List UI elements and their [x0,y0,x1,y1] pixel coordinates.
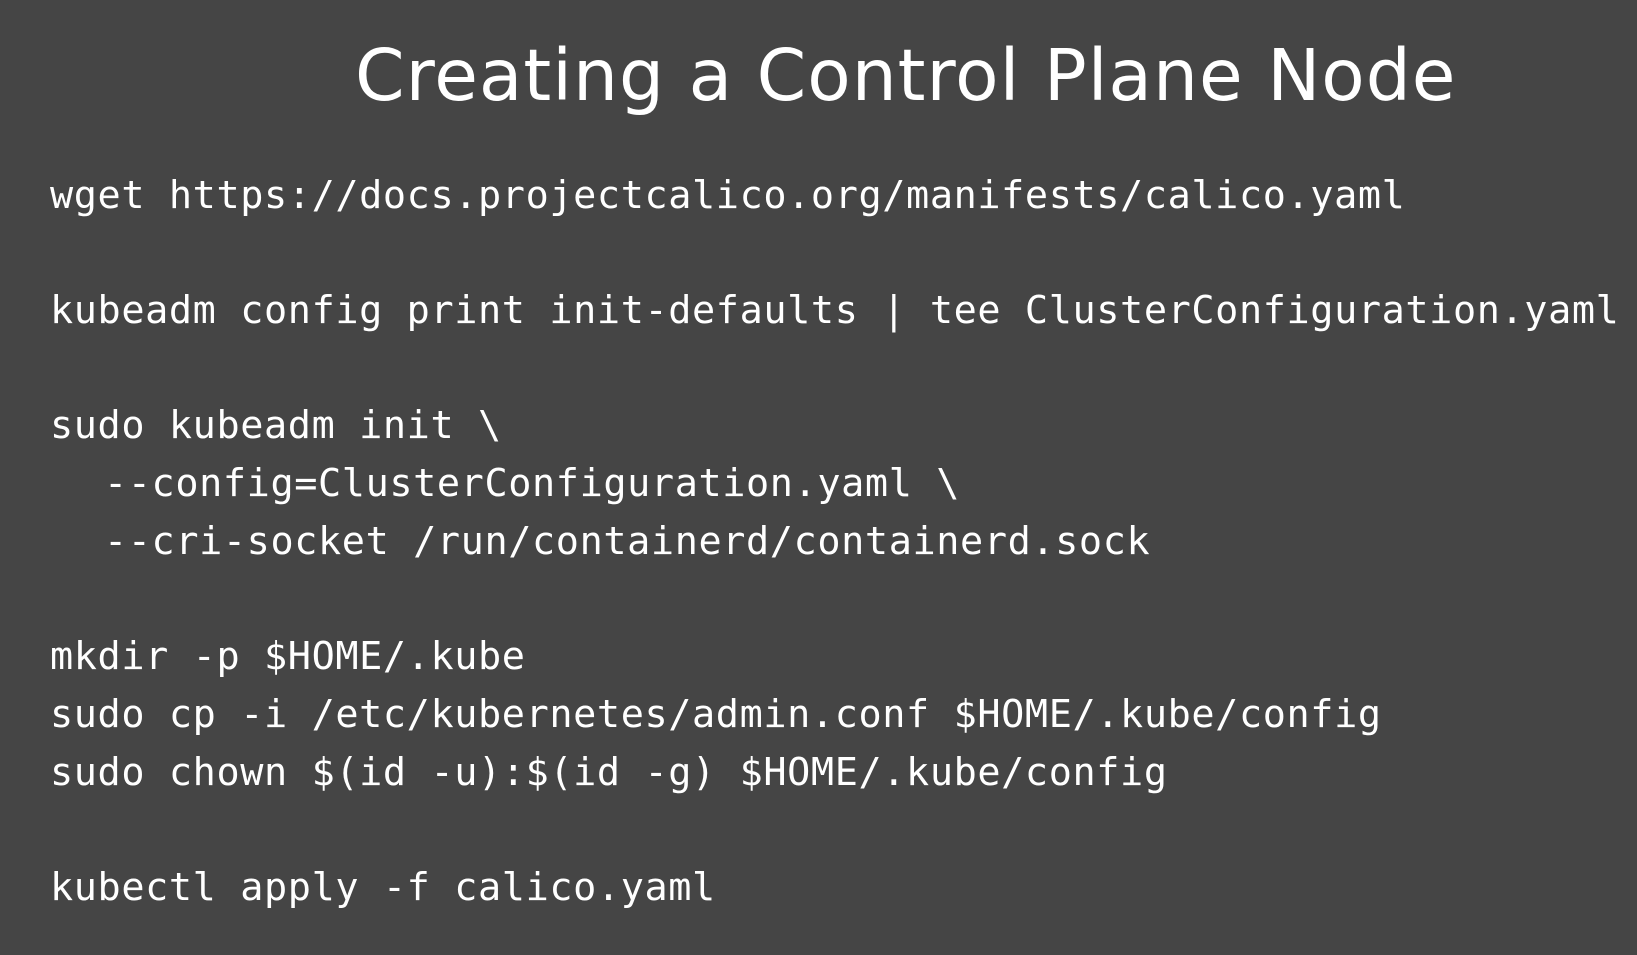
code-line-cri-socket-flag: --cri-socket /run/containerd/containerd.… [104,519,1151,564]
code-line-kubeadm-init: sudo kubeadm init \ [50,403,502,448]
code-line-kubeadm-config: kubeadm config print init-defaults | tee… [50,288,1620,333]
code-line-config-flag: --config=ClusterConfiguration.yaml \ [104,461,961,506]
slide-title: Creating a Control Plane Node [355,34,1457,117]
code-line-wget: wget https://docs.projectcalico.org/mani… [50,173,1406,218]
slide: Creating a Control Plane Node wget https… [0,0,1637,955]
code-line-chown: sudo chown $(id -u):$(id -g) $HOME/.kube… [50,750,1168,795]
code-line-mkdir: mkdir -p $HOME/.kube [50,634,526,679]
code-line-cp: sudo cp -i /etc/kubernetes/admin.conf $H… [50,692,1382,737]
code-line-kubectl-apply: kubectl apply -f calico.yaml [50,865,716,910]
